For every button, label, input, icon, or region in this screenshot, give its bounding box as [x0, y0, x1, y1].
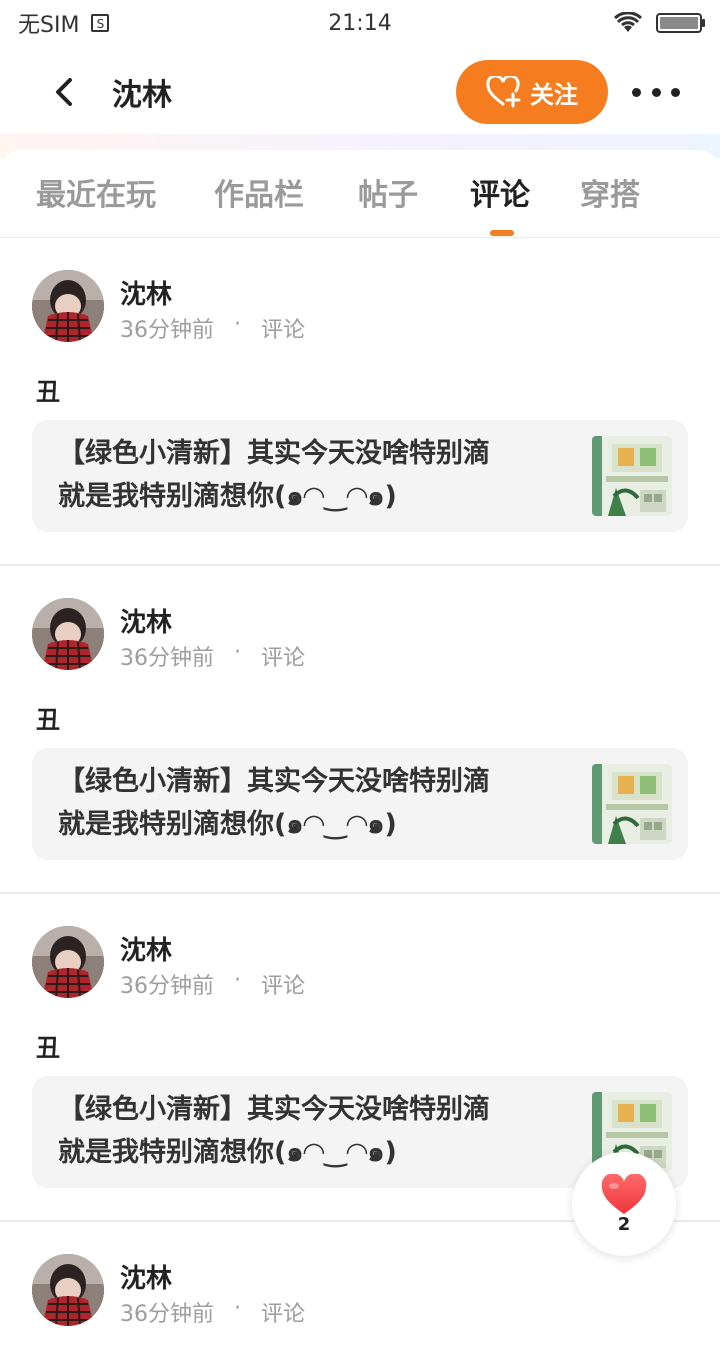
comment-item[interactable]: 沈林 36分钟前 · 评论 丑 【绿色小清新】其实今天没啥特别滴 就是我特别滴想…: [0, 566, 720, 894]
comment-text: 丑: [36, 706, 60, 734]
avatar[interactable]: [32, 1254, 104, 1326]
quoted-post-text: 【绿色小清新】其实今天没啥特别滴 就是我特别滴想你(๑◠‿◠๑): [58, 432, 586, 518]
activity-type: 评论: [261, 318, 306, 343]
avatar[interactable]: [32, 598, 104, 670]
tab-comments[interactable]: 评论: [470, 170, 530, 214]
time-ago: 36分钟前: [120, 974, 214, 999]
comment-text: 丑: [36, 378, 60, 406]
more-dots-icon: [632, 87, 641, 97]
quoted-post-thumbnail: [592, 436, 672, 516]
like-button[interactable]: 2: [572, 1152, 676, 1256]
author-name[interactable]: 沈林: [120, 930, 172, 967]
page-title: 沈林: [112, 78, 172, 113]
time-ago: 36分钟前: [120, 318, 214, 343]
meta-separator: ·: [234, 968, 241, 993]
quoted-post-card[interactable]: 【绿色小清新】其实今天没啥特别滴 就是我特别滴想你(๑◠‿◠๑): [32, 748, 688, 860]
top-header: 沈林 关注: [0, 46, 720, 138]
quoted-post-line-1: 【绿色小清新】其实今天没啥特别滴: [58, 1094, 490, 1125]
comment-meta: 36分钟前 · 评论: [120, 640, 305, 672]
more-button[interactable]: [632, 80, 680, 104]
quoted-post-text: 【绿色小清新】其实今天没啥特别滴 就是我特别滴想你(๑◠‿◠๑): [58, 760, 586, 846]
author-name[interactable]: 沈林: [120, 602, 172, 639]
status-right: [614, 12, 706, 34]
quoted-post-line-2: 就是我特别滴想你(๑◠‿◠๑): [58, 809, 397, 840]
back-button[interactable]: [44, 72, 84, 112]
tab-recently-played[interactable]: 最近在玩: [36, 170, 156, 214]
meta-separator: ·: [234, 1296, 241, 1321]
quoted-post-line-1: 【绿色小清新】其实今天没啥特别滴: [58, 766, 490, 797]
author-name[interactable]: 沈林: [120, 274, 172, 311]
tab-outfits[interactable]: 穿搭: [580, 170, 640, 214]
quoted-post-thumbnail: [592, 764, 672, 844]
comment-meta: 36分钟前 · 评论: [120, 1296, 305, 1328]
battery-icon: [656, 12, 706, 34]
tab-works[interactable]: 作品栏: [214, 170, 304, 214]
time-ago: 36分钟前: [120, 646, 214, 671]
wifi-icon: [614, 12, 642, 34]
quoted-post-text: 【绿色小清新】其实今天没啥特别滴 就是我特别滴想你(๑◠‿◠๑): [58, 1088, 586, 1174]
tab-bar: 最近在玩 作品栏 帖子 评论 穿搭: [0, 150, 720, 238]
status-left: 无SIM S: [18, 7, 110, 39]
quoted-post-line-1: 【绿色小清新】其实今天没啥特别滴: [58, 438, 490, 469]
carrier-label: 无SIM: [18, 13, 80, 38]
avatar[interactable]: [32, 926, 104, 998]
follow-label: 关注: [530, 80, 578, 109]
quoted-post-card[interactable]: 【绿色小清新】其实今天没啥特别滴 就是我特别滴想你(๑◠‿◠๑): [32, 420, 688, 532]
activity-type: 评论: [261, 646, 306, 671]
comment-item[interactable]: 沈林 36分钟前 · 评论 丑 【绿色小清新】其实今天没啥特别滴 就是我特别滴想…: [0, 238, 720, 566]
back-chevron-icon: [56, 78, 72, 106]
author-name[interactable]: 沈林: [120, 1258, 172, 1295]
like-count: 2: [617, 1213, 631, 1235]
heart-icon: [601, 1173, 647, 1214]
status-bar: 无SIM S 21:14: [0, 0, 720, 46]
active-tab-indicator: [490, 230, 514, 236]
time-ago: 36分钟前: [120, 1302, 214, 1327]
comment-meta: 36分钟前 · 评论: [120, 312, 305, 344]
tab-posts[interactable]: 帖子: [358, 170, 418, 214]
activity-type: 评论: [261, 974, 306, 999]
heart-plus-icon: [486, 76, 521, 108]
comment-meta: 36分钟前 · 评论: [120, 968, 305, 1000]
meta-separator: ·: [234, 312, 241, 337]
quoted-post-line-2: 就是我特别滴想你(๑◠‿◠๑): [58, 481, 397, 512]
activity-type: 评论: [261, 1302, 306, 1327]
sim-icon: S: [91, 14, 110, 32]
meta-separator: ·: [234, 640, 241, 665]
comment-text: 丑: [36, 1034, 60, 1062]
avatar[interactable]: [32, 270, 104, 342]
quoted-post-line-2: 就是我特别滴想你(๑◠‿◠๑): [58, 1137, 397, 1168]
follow-button[interactable]: 关注: [456, 60, 608, 124]
profile-comments-screen: 无SIM S 21:14 沈林 关注 最近在玩 作品栏 帖子 评论 穿搭 沈林 …: [0, 0, 720, 1356]
